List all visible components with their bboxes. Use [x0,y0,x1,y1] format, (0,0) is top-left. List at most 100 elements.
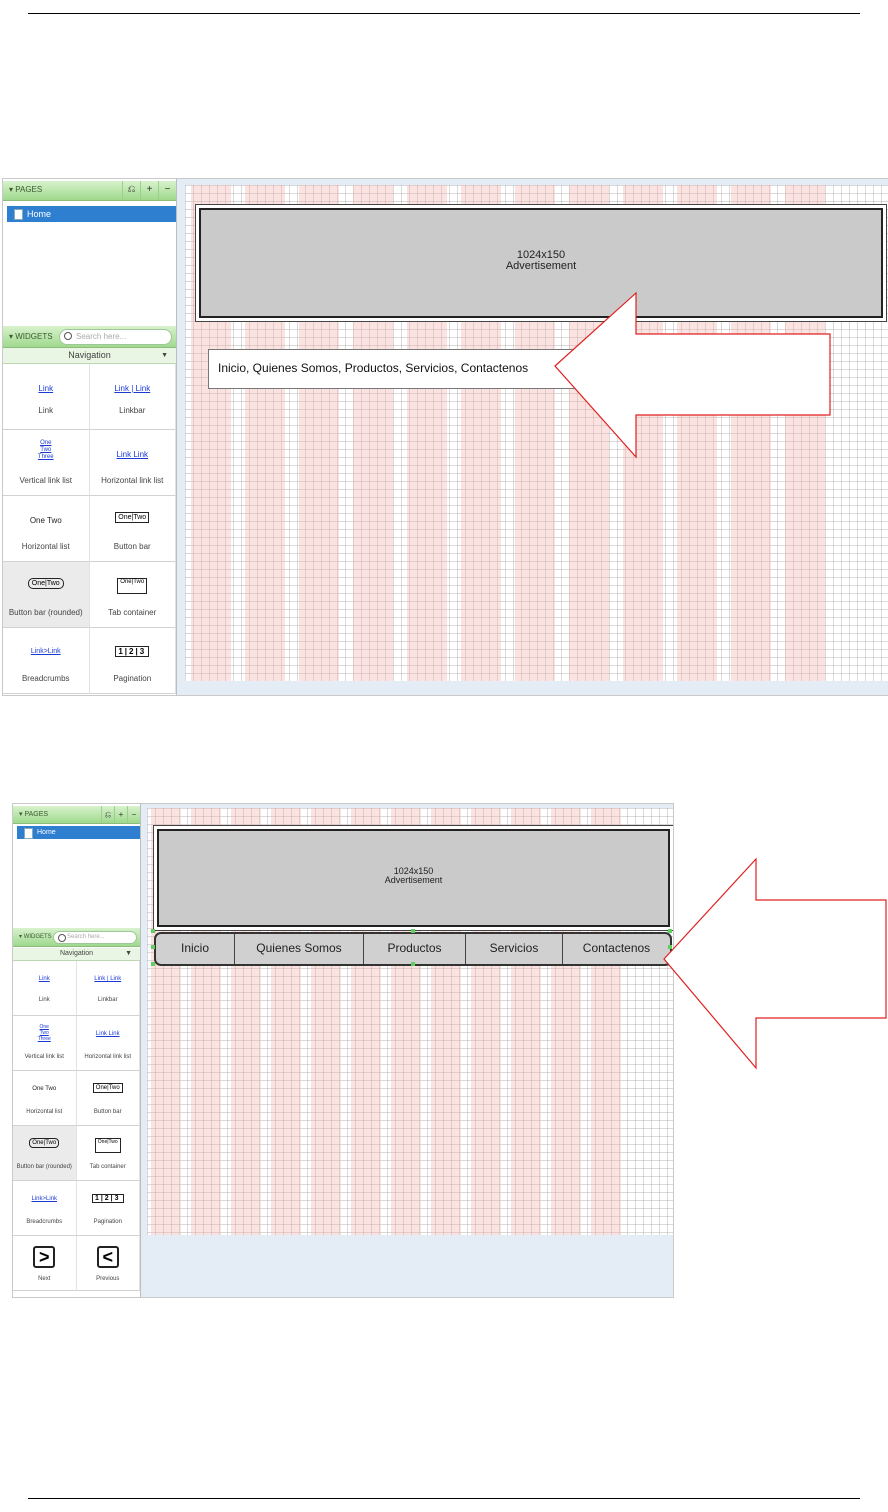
selection-handle[interactable] [411,962,415,966]
widget-horizontal-link-list[interactable]: Link Link Horizontal link list [76,1016,140,1071]
widget-label: Tab container [108,608,157,617]
widget-link[interactable]: Link Link [3,364,90,430]
widget-label: Previous [96,1276,120,1282]
breadcrumbs-icon: Link>Link [30,648,61,655]
tab-container-icon: One|Two [117,578,148,594]
left-panel: ▾ PAGES ⎌ + − Home ▾ WIDGETS Search here… [3,179,177,695]
widget-label: Pagination [93,1219,122,1225]
ad-label: Advertisement [505,260,577,272]
button-bar-icon: One|Two [92,1083,123,1093]
advertisement-block[interactable]: 1024x150 Advertisement [157,829,670,927]
widget-linkbar[interactable]: Link | Link Linkbar [89,364,176,430]
widgets-label: WIDGETS [15,332,53,341]
pages-label: PAGES [24,811,49,818]
widget-label: Horizontal list [21,542,70,551]
widget-breadcrumbs[interactable]: Link>Link Breadcrumbs [3,628,90,694]
widget-button-bar-rounded[interactable]: One|Two Button bar (rounded) [3,562,90,628]
widget-button-bar-rounded[interactable]: One|Two Button bar (rounded) [13,1126,77,1181]
selection-handle[interactable] [411,929,415,933]
widget-grid: Link Link Link | Link Linkbar One Two Thre… [3,364,176,694]
lock-icon[interactable]: ⎌ [101,806,114,823]
rounded-button-bar-icon: One|Two [27,578,64,589]
widget-label: Button bar (rounded) [8,608,83,617]
pages-header: ▾ PAGES ⎌ + − [13,806,140,824]
nav-button-contactenos[interactable]: Contactenos [563,934,670,964]
widgets-label: WIDGETS [23,934,52,940]
linkbar-widget-icon: Link | Link [114,384,151,393]
page-item-home[interactable]: Home [17,826,140,839]
linkbar-widget[interactable]: Inicio, Quienes Somos, Productos, Servic… [208,349,578,389]
widget-label: Horizontal link list [101,476,164,485]
widget-label: Horizontal list [26,1109,63,1115]
widget-label: Vertical link list [19,476,72,485]
widget-horizontal-list[interactable]: One Two Horizontal list [13,1071,77,1126]
pages-controls: ⎌ + − [101,806,140,823]
widget-label: Breadcrumbs [26,1219,63,1225]
widget-pagination[interactable]: 1|2|3 Pagination [76,1181,140,1236]
selection-handle[interactable] [151,929,155,933]
widget-horizontal-link-list[interactable]: Link Link Horizontal link list [89,430,176,496]
remove-page-button[interactable]: − [158,181,176,200]
ad-label: Advertisement [384,875,443,885]
search-input[interactable]: Search here... [53,931,137,944]
selection-handle[interactable] [151,962,155,966]
widget-breadcrumbs[interactable]: Link>Link Breadcrumbs [13,1181,77,1236]
link-widget-icon: Link [38,384,54,393]
design-canvas[interactable]: 1024x150 Advertisement Inicio Quienes So… [141,804,673,1297]
widget-horizontal-list[interactable]: One Two Horizontal list [3,496,90,562]
widget-label: Pagination [113,674,152,683]
widget-linkbar[interactable]: Link | Link Linkbar [76,961,140,1016]
vertical-link-list-icon: One Two Three [37,1024,51,1042]
link-widget-icon: Link [38,976,50,982]
chevron-right-icon: > [33,1246,56,1268]
screenshot-after: ▾ PAGES ⎌ + − Home ▾ WIDGETS Search here… [12,803,674,1298]
horizontal-list-icon: One Two [32,1086,57,1092]
widget-pagination[interactable]: 1|2|3 Pagination [89,628,176,694]
widgets-header: ▾ WIDGETS Search here... [13,928,140,947]
horizontal-link-list-icon: Link Link [95,1031,120,1037]
widget-label: Linkbar [119,406,146,415]
category-dropdown[interactable]: Navigation ▼ [3,348,176,364]
left-panel: ▾ PAGES ⎌ + − Home ▾ WIDGETS Search here… [13,804,141,1297]
dropdown-arrow-icon: ▼ [125,950,132,957]
widget-tab-container[interactable]: One|Two Tab container [89,562,176,628]
widgets-header: ▾ WIDGETS Search here... [3,326,176,348]
widget-button-bar[interactable]: One|Two Button bar [89,496,176,562]
widget-label: Linkbar [97,997,118,1003]
widget-label: Tab container [89,1164,126,1170]
widget-label: Horizontal link list [84,1054,132,1060]
widget-vertical-link-list[interactable]: One Two Three Vertical link list [13,1016,77,1071]
add-page-button[interactable]: + [114,806,127,823]
widget-next[interactable]: > Next [13,1236,77,1291]
widget-link[interactable]: Link Link [13,961,77,1016]
top-rule [28,13,860,14]
remove-page-button[interactable]: − [127,806,140,823]
widget-vertical-link-list[interactable]: One Two Three Vertical link list [3,430,90,496]
bottom-rule [28,1498,860,1499]
nav-button-inicio[interactable]: Inicio [156,934,235,964]
tab-container-icon: One|Two [94,1138,121,1153]
horizontal-list-icon: One Two [29,516,62,525]
widget-previous[interactable]: < Previous [76,1236,140,1291]
search-input[interactable]: Search here... [59,329,172,345]
page-item-label: Home [27,209,52,219]
page-icon [24,828,33,839]
page-item-home[interactable]: Home [7,206,176,222]
widget-label: Link [38,406,54,415]
pages-controls: ⎌ + − [122,181,176,200]
rounded-button-bar-icon: One|Two [29,1138,60,1148]
horizontal-link-list-icon: Link Link [116,450,149,459]
lock-icon[interactable]: ⎌ [122,181,140,200]
page-item-label: Home [37,829,56,836]
nav-button-productos[interactable]: Productos [364,934,466,964]
selection-handle[interactable] [151,945,155,949]
add-page-button[interactable]: + [140,181,158,200]
nav-button-quienes-somos[interactable]: Quienes Somos [235,934,364,964]
category-dropdown[interactable]: Navigation ▼ [13,948,140,961]
pagination-icon: 1|2|3 [115,646,150,657]
button-bar-rounded-widget[interactable]: Inicio Quienes Somos Productos Servicios… [154,932,672,966]
widget-button-bar[interactable]: One|Two Button bar [76,1071,140,1126]
pagination-icon: 1|2|3 [91,1194,124,1203]
widget-tab-container[interactable]: One|Two Tab container [76,1126,140,1181]
nav-button-servicios[interactable]: Servicios [466,934,563,964]
